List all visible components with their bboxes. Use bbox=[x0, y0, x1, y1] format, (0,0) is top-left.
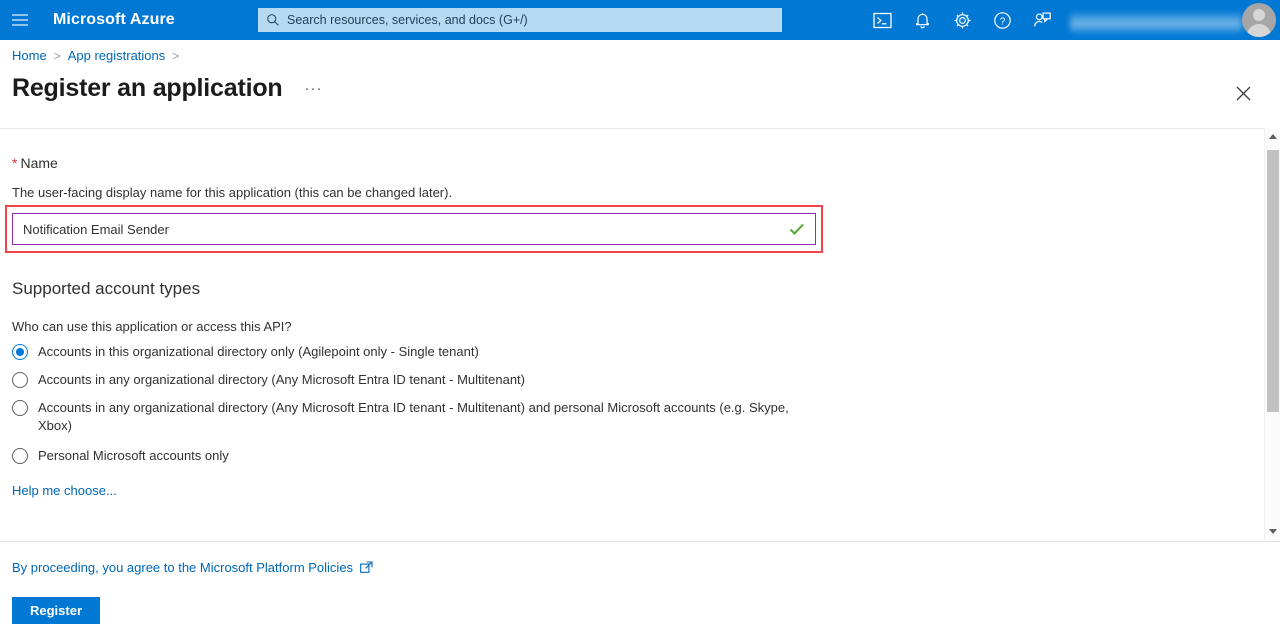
platform-policies-text: By proceeding, you agree to the Microsof… bbox=[12, 560, 354, 575]
feedback-person-icon[interactable] bbox=[1022, 0, 1062, 40]
avatar-head bbox=[1253, 9, 1265, 21]
radio-indicator bbox=[12, 344, 28, 360]
name-input[interactable]: Notification Email Sender bbox=[12, 213, 816, 245]
gear-glyph bbox=[954, 12, 970, 28]
radio-indicator bbox=[12, 400, 28, 416]
supported-account-types-radio-group: Accounts in this organizational director… bbox=[12, 343, 812, 475]
chevron-down-icon[interactable] bbox=[1265, 523, 1280, 540]
breadcrumb-item-home[interactable]: Home bbox=[12, 48, 47, 63]
radio-option-personal-only[interactable]: Personal Microsoft accounts only bbox=[12, 447, 812, 465]
name-label-text: Name bbox=[20, 155, 58, 171]
close-glyph bbox=[1236, 86, 1250, 100]
radio-option-label: Accounts in this organizational director… bbox=[38, 344, 479, 359]
global-search-input[interactable]: Search resources, services, and docs (G+… bbox=[258, 8, 782, 32]
name-field-helper-text: The user-facing display name for this ap… bbox=[12, 185, 453, 200]
form-footer: By proceeding, you agree to the Microsof… bbox=[0, 541, 1280, 640]
hamburger-icon[interactable] bbox=[0, 0, 40, 40]
green-checkmark-icon bbox=[789, 223, 804, 236]
name-input-value: Notification Email Sender bbox=[23, 221, 169, 237]
radio-option-single-tenant[interactable]: Accounts in this organizational director… bbox=[12, 343, 812, 361]
azure-top-navigation-bar: Microsoft Azure Search resources, servic… bbox=[0, 0, 1280, 40]
radio-option-label: Accounts in any organizational directory… bbox=[38, 400, 789, 433]
settings-gear-icon[interactable] bbox=[942, 0, 982, 40]
azure-brand-logo[interactable]: Microsoft Azure bbox=[53, 11, 175, 29]
global-search-placeholder: Search resources, services, and docs (G+… bbox=[287, 13, 528, 27]
cloud-shell-glyph bbox=[872, 12, 892, 28]
hamburger-bar bbox=[12, 19, 28, 21]
radio-option-label: Accounts in any organizational directory… bbox=[38, 372, 525, 387]
external-link-icon bbox=[360, 561, 373, 573]
bell-glyph bbox=[915, 13, 929, 29]
cloud-shell-icon[interactable] bbox=[862, 0, 902, 40]
page-title: Register an application bbox=[12, 74, 283, 102]
breadcrumb: Home > App registrations > bbox=[12, 48, 186, 63]
help-me-choose-link[interactable]: Help me choose... bbox=[12, 483, 117, 498]
notifications-bell-icon[interactable] bbox=[902, 0, 942, 40]
search-icon bbox=[267, 14, 279, 26]
register-button[interactable]: Register bbox=[12, 597, 100, 624]
question-glyph: ? bbox=[993, 11, 1011, 29]
radio-option-multitenant-personal[interactable]: Accounts in any organizational directory… bbox=[12, 399, 812, 435]
close-icon[interactable] bbox=[1230, 80, 1256, 106]
avatar-body bbox=[1247, 24, 1271, 37]
more-options-button[interactable]: ··· bbox=[304, 81, 322, 96]
radio-option-multitenant[interactable]: Accounts in any organizational directory… bbox=[12, 371, 812, 389]
radio-indicator bbox=[12, 372, 28, 388]
page-title-row: Register an application ··· bbox=[12, 74, 322, 103]
supported-account-types-question: Who can use this application or access t… bbox=[12, 319, 292, 334]
scroll-thumb[interactable] bbox=[1267, 150, 1279, 412]
supported-account-types-heading: Supported account types bbox=[12, 279, 201, 298]
chevron-up-glyph bbox=[1269, 134, 1277, 139]
account-info-redacted bbox=[1070, 12, 1242, 34]
chevron-up-icon[interactable] bbox=[1265, 128, 1280, 145]
svg-text:?: ? bbox=[999, 16, 1005, 27]
help-question-icon[interactable]: ? bbox=[982, 0, 1022, 40]
radio-indicator bbox=[12, 448, 28, 464]
registration-form-panel: * Name The user-facing display name for t… bbox=[0, 128, 1264, 540]
chevron-down-glyph bbox=[1269, 529, 1277, 534]
platform-policies-link[interactable]: By proceeding, you agree to the Microsof… bbox=[12, 560, 373, 575]
vertical-scrollbar[interactable] bbox=[1264, 128, 1280, 540]
top-bar-icon-group: ? bbox=[862, 0, 1062, 40]
hamburger-bar bbox=[12, 24, 28, 26]
breadcrumb-separator: > bbox=[172, 48, 180, 63]
name-field-label: * Name bbox=[12, 155, 58, 171]
hamburger-bar bbox=[12, 14, 28, 16]
required-marker: * bbox=[12, 155, 18, 171]
radio-option-label: Personal Microsoft accounts only bbox=[38, 448, 229, 463]
breadcrumb-item-app-registrations[interactable]: App registrations bbox=[68, 48, 166, 63]
avatar[interactable] bbox=[1242, 3, 1276, 37]
breadcrumb-separator: > bbox=[53, 48, 61, 63]
feedback-glyph bbox=[1033, 12, 1051, 27]
